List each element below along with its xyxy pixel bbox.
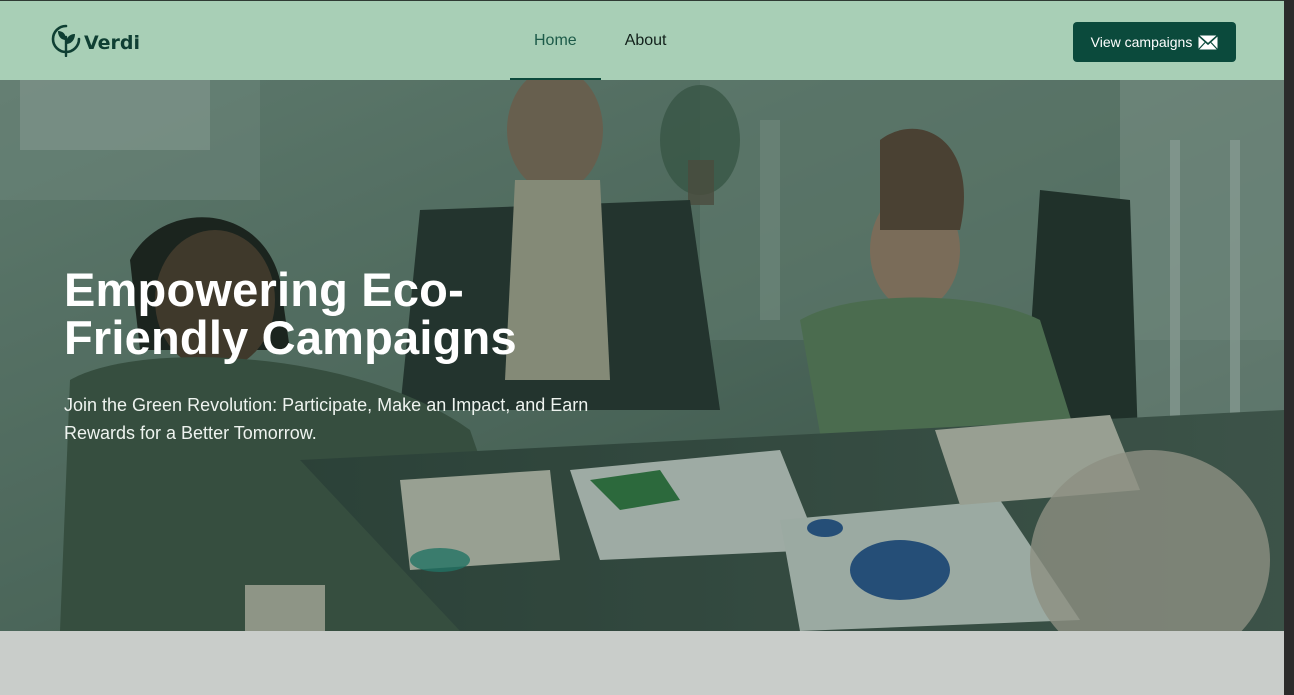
brand-name: Verdi (84, 32, 141, 54)
site-header: Verdi Home About View campaigns (0, 0, 1284, 82)
page: Verdi Home About View campaigns Empoweri… (0, 0, 1284, 695)
page-scrollbar[interactable] (1284, 0, 1294, 695)
envelope-icon (1198, 34, 1219, 50)
view-campaigns-label: View campaigns (1090, 34, 1193, 50)
nav-item-home[interactable]: Home (510, 1, 601, 82)
hero-subtitle: Join the Green Revolution: Participate, … (64, 395, 589, 443)
hero-title: Empowering Eco-Friendly Campaigns (64, 263, 517, 364)
below-fold-section (0, 631, 1284, 695)
view-campaigns-button[interactable]: View campaigns (1073, 22, 1236, 62)
hero-section: Empowering Eco-Friendly Campaigns Join t… (0, 80, 1284, 631)
nav-item-about[interactable]: About (601, 1, 691, 81)
leaf-in-circle-icon (51, 24, 81, 57)
logo-link[interactable]: Verdi (50, 23, 140, 57)
main-nav: Home About (510, 1, 691, 82)
